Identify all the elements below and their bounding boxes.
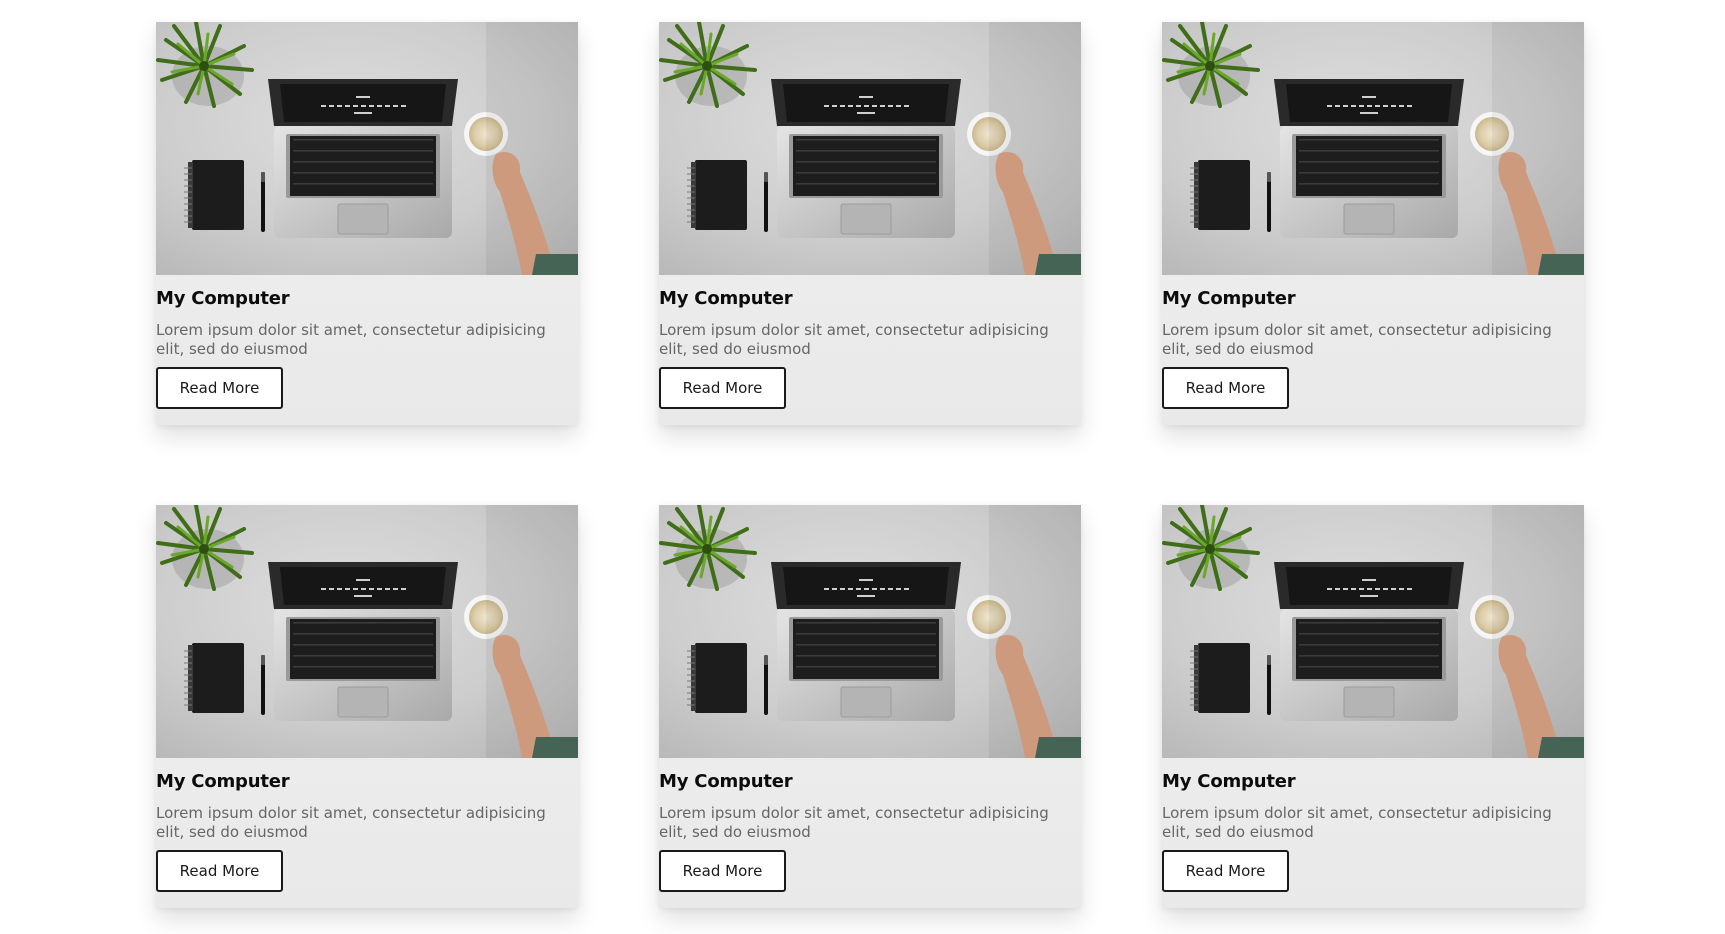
card-title: My Computer [1162,771,1296,792]
read-more-button[interactable]: Read More [156,367,283,409]
read-more-button[interactable]: Read More [659,850,786,892]
read-more-button[interactable]: Read More [156,850,283,892]
laptop-desk-photo [659,505,1081,758]
laptop-desk-photo [659,22,1081,275]
laptop-desk-photo [1162,505,1584,758]
card-title: My Computer [1162,288,1296,309]
laptop-desk-photo [156,505,578,758]
card-title: My Computer [659,288,793,309]
read-more-button[interactable]: Read More [1162,367,1289,409]
card-description: Lorem ipsum dolor sit amet, consectetur … [156,321,546,358]
card: My Computer Lorem ipsum dolor sit amet, … [659,505,1081,908]
read-more-button[interactable]: Read More [659,367,786,409]
card-image [1162,505,1584,758]
card: My Computer Lorem ipsum dolor sit amet, … [659,22,1081,425]
card-grid: My Computer Lorem ipsum dolor sit amet, … [156,22,1584,908]
card: My Computer Lorem ipsum dolor sit amet, … [1162,22,1584,425]
card: My Computer Lorem ipsum dolor sit amet, … [156,505,578,908]
card-image [156,505,578,758]
card-title: My Computer [156,288,290,309]
card-image [659,22,1081,275]
card-image [1162,22,1584,275]
card-description: Lorem ipsum dolor sit amet, consectetur … [1162,321,1552,358]
laptop-desk-photo [1162,22,1584,275]
card-description: Lorem ipsum dolor sit amet, consectetur … [659,804,1049,841]
card-description: Lorem ipsum dolor sit amet, consectetur … [659,321,1049,358]
card-description: Lorem ipsum dolor sit amet, consectetur … [1162,804,1552,841]
card-description: Lorem ipsum dolor sit amet, consectetur … [156,804,546,841]
read-more-button[interactable]: Read More [1162,850,1289,892]
card-image [659,505,1081,758]
laptop-desk-photo [156,22,578,275]
card: My Computer Lorem ipsum dolor sit amet, … [1162,505,1584,908]
card-title: My Computer [659,771,793,792]
card-image [156,22,578,275]
card: My Computer Lorem ipsum dolor sit amet, … [156,22,578,425]
card-title: My Computer [156,771,290,792]
